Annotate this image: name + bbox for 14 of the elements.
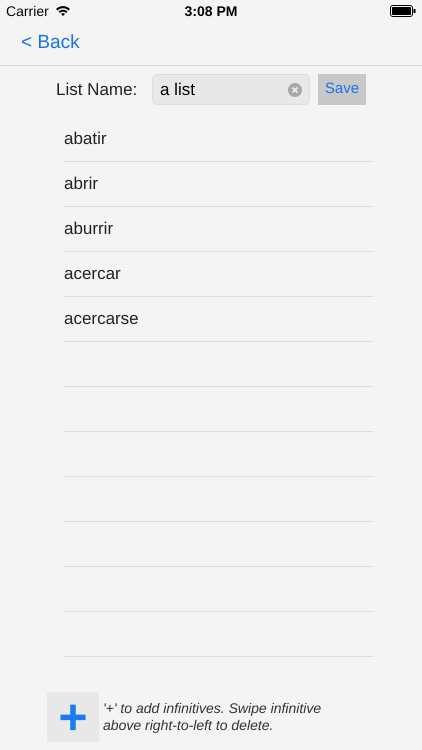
list-name-label: List Name: <box>56 78 138 101</box>
infinitive-item[interactable]: acercarse <box>64 306 139 332</box>
infinitive-item[interactable]: abatir <box>64 126 107 152</box>
hint-text: '+' to add infinitives. Swipe infinitive above right-to-left to delete. <box>103 700 322 734</box>
list-name-field[interactable]: a list <box>152 74 310 105</box>
infinitive-item[interactable]: aburrir <box>64 216 114 242</box>
carrier-label: Carrier <box>6 2 49 20</box>
infinitive-item[interactable]: abrir <box>64 171 98 197</box>
clear-icon[interactable] <box>288 82 302 96</box>
back-link[interactable]: < Back <box>21 29 80 58</box>
battery-icon <box>390 5 416 17</box>
clock: 3:08 PM <box>184 2 238 20</box>
wifi-icon <box>54 5 71 17</box>
infinitive-item[interactable]: acercar <box>64 261 121 287</box>
